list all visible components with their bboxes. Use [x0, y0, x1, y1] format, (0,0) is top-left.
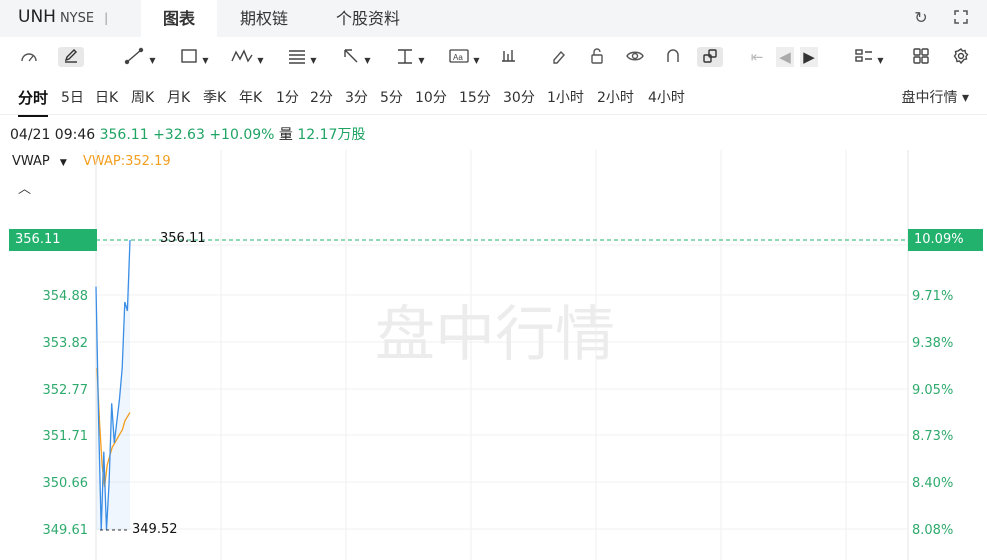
exchange: NYSE — [59, 11, 95, 26]
period-item[interactable]: 季K — [203, 87, 226, 107]
ticker: UNH NYSE | — [18, 7, 108, 27]
period-item[interactable]: 月K — [167, 87, 190, 107]
eye-icon[interactable] — [624, 47, 646, 67]
period-bar: 分时 5日 日K 周K 月K 季K 年K 1分 2分 3分 5分 10分 15分… — [0, 78, 987, 117]
period-item[interactable]: 3分 — [345, 87, 368, 107]
rectangle-tool-icon[interactable]: ▼ — [174, 47, 214, 67]
y-pct-tick-label: 8.73% — [912, 429, 953, 444]
y-pct-tick-label: 9.05% — [912, 383, 953, 398]
fibonacci-tool-icon[interactable]: ▼ — [282, 47, 322, 67]
volume-label: 量 — [278, 127, 293, 143]
svg-text:Aa: Aa — [453, 53, 463, 62]
y-tick-label: 350.66 — [43, 476, 89, 491]
period-item[interactable]: 30分 — [503, 87, 535, 107]
y-tick-label: 351.71 — [43, 429, 89, 444]
lock-icon[interactable] — [586, 47, 608, 67]
text-tool-icon[interactable]: Aa ▼ — [444, 47, 484, 67]
quote-price: 356.11 — [99, 127, 149, 143]
period-item[interactable]: 5日 — [61, 87, 84, 107]
quote-volume: 12.17万股 — [297, 127, 366, 143]
watermark: 盘中行情 — [375, 300, 615, 370]
period-item[interactable]: 日K — [95, 87, 118, 107]
period-item[interactable]: 4小时 — [648, 87, 685, 107]
period-item[interactable]: 分时 — [18, 87, 49, 117]
y-tick-label: 353.82 — [43, 336, 89, 351]
period-item[interactable]: 2分 — [310, 87, 333, 107]
y-tick-label: 349.61 — [43, 523, 89, 538]
measure-tool-icon[interactable]: ▼ — [390, 47, 430, 67]
refresh-icon[interactable]: ↻ — [912, 9, 930, 27]
indicator-icon[interactable] — [498, 47, 520, 67]
quote-datetime: 04/21 09:46 — [10, 127, 96, 143]
grid-icon[interactable] — [910, 47, 932, 67]
period-item[interactable]: 1小时 — [547, 87, 584, 107]
period-item[interactable]: 5分 — [380, 87, 403, 107]
eraser-icon[interactable] — [548, 47, 570, 67]
y-tick-label: 354.88 — [43, 289, 89, 304]
fullscreen-icon[interactable] — [952, 9, 970, 27]
y-pct-tick-label: 9.71% — [912, 289, 953, 304]
magnet-icon[interactable] — [662, 47, 684, 67]
period-item[interactable]: 15分 — [459, 87, 491, 107]
quote-change: +32.63 — [153, 127, 205, 143]
separator: | — [104, 11, 109, 25]
trend-line-tool-icon[interactable]: ▼ — [120, 47, 160, 67]
price-area — [96, 240, 130, 530]
intraday-chart[interactable]: 盘中行情 354.88 353.82 352.77 351.71 350.66 349.6… — [0, 150, 987, 560]
period-item[interactable]: 10分 — [415, 87, 447, 107]
y-tick-label: 352.77 — [43, 383, 89, 398]
period-item[interactable]: 2小时 — [597, 87, 634, 107]
header-bar: UNH NYSE | 图表 期权链 个股资料 ↻ — [0, 0, 987, 37]
settings-icon[interactable] — [950, 47, 972, 67]
quote-info: 04/21 09:46 356.11 +32.63 +10.09% 量 12.1… — [10, 124, 365, 144]
y-pct-tick-label: 9.38% — [912, 336, 953, 351]
scroll-right-icon[interactable]: ▶ — [800, 47, 818, 67]
low-label: 349.52 — [132, 522, 178, 537]
pattern-tool-icon[interactable]: ▼ — [226, 47, 268, 67]
period-item[interactable]: 年K — [239, 87, 262, 107]
period-item[interactable]: 1分 — [276, 87, 299, 107]
high-label: 356.11 — [160, 231, 206, 246]
drawing-toolbar: ▼ ▼ ▼ ▼ ▼ ▼ Aa ▼ ⇤ ◀ ▶ ▼ — [0, 37, 987, 75]
last-price-tag: 356.11 — [9, 229, 97, 251]
tab-options-chain[interactable]: 期权链 — [240, 0, 288, 37]
link-icon[interactable] — [697, 47, 723, 67]
tab-chart[interactable]: 图表 — [141, 0, 218, 37]
speed-icon[interactable] — [18, 47, 40, 67]
undo-icon[interactable]: ⇤ — [748, 47, 766, 67]
period-item[interactable]: 周K — [131, 87, 154, 107]
quote-change-pct: +10.09% — [209, 127, 275, 143]
scroll-left-icon[interactable]: ◀ — [776, 47, 794, 67]
y-pct-tick-label: 8.08% — [912, 523, 953, 538]
tab-stock-profile[interactable]: 个股资料 — [336, 0, 400, 37]
draw-pencil-icon[interactable] — [58, 47, 84, 67]
arrow-tool-icon[interactable]: ▼ — [336, 47, 376, 67]
symbol: UNH — [18, 7, 56, 27]
last-pct-tag: 10.09% — [908, 229, 983, 251]
layout-icon[interactable]: ▼ — [850, 47, 888, 67]
y-pct-tick-label: 8.40% — [912, 476, 953, 491]
mode-dropdown[interactable]: 盘中行情 ▾ — [902, 87, 969, 107]
